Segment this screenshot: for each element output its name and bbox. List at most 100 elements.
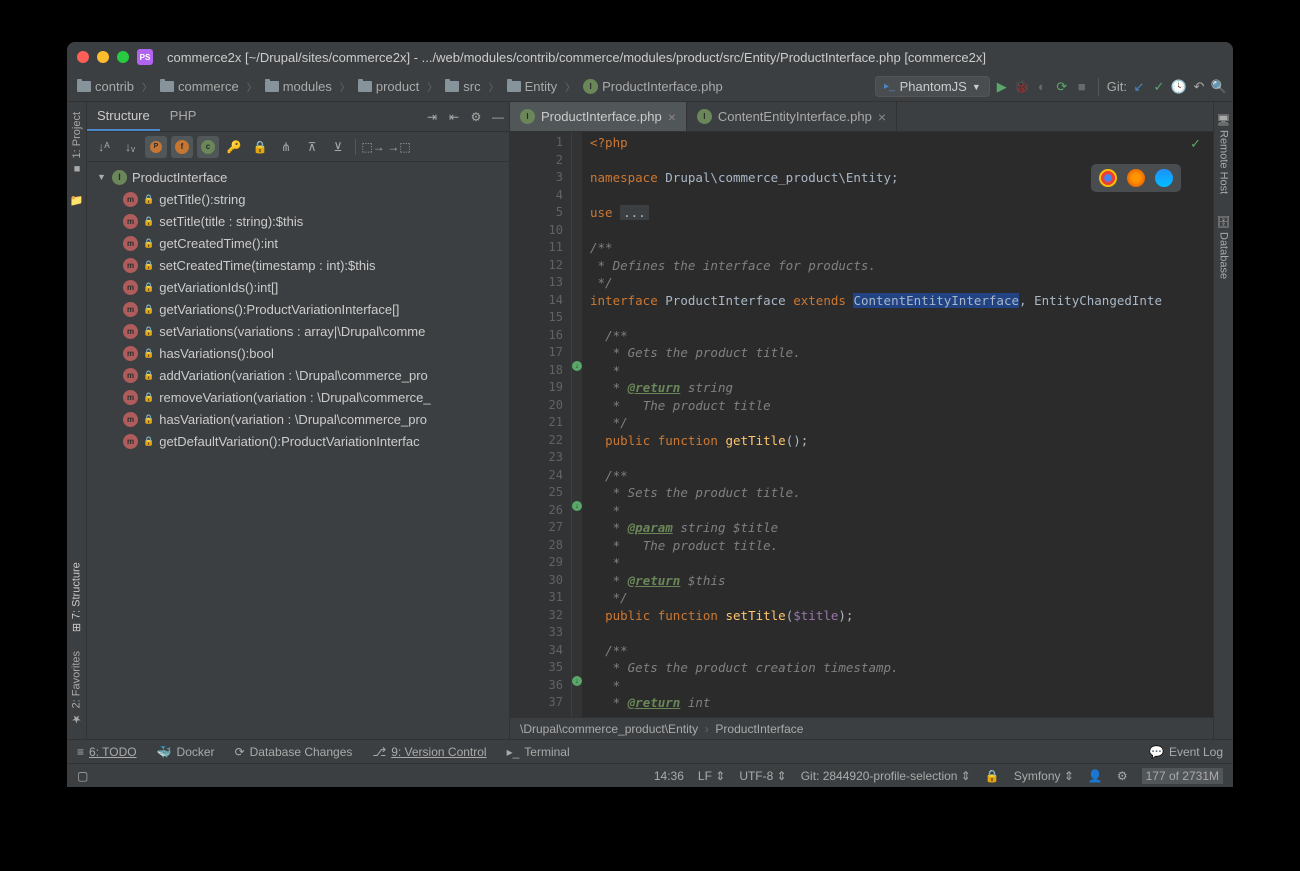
- caret-position[interactable]: 14:36: [654, 769, 684, 783]
- method-icon: m: [123, 434, 138, 449]
- breadcrumb-item[interactable]: product: [354, 77, 423, 96]
- terminal-button[interactable]: ▸_ Terminal: [507, 745, 570, 759]
- breadcrumb-file[interactable]: IProductInterface.php: [579, 77, 727, 96]
- remote-host-tool-button[interactable]: 🖥 Remote Host: [1215, 108, 1232, 198]
- stop-button[interactable]: ■: [1074, 79, 1090, 95]
- code-editor[interactable]: 1234510111213141516171819202122232425262…: [510, 132, 1213, 717]
- php-tab[interactable]: PHP: [160, 102, 207, 131]
- breadcrumb-item[interactable]: modules: [261, 77, 336, 96]
- show-inherited-icon[interactable]: 🔑: [223, 136, 245, 158]
- autoscroll-from-icon[interactable]: →⬚: [388, 136, 410, 158]
- tree-method[interactable]: m🔒setCreatedTime(timestamp : int):$this: [87, 254, 509, 276]
- show-includes-icon[interactable]: 🔒: [249, 136, 271, 158]
- settings-icon[interactable]: ⚙: [465, 106, 487, 128]
- hide-icon[interactable]: —: [487, 106, 509, 128]
- breadcrumb-item[interactable]: contrib: [73, 77, 138, 96]
- tree-method[interactable]: m🔒getDefaultVariation():ProductVariation…: [87, 430, 509, 452]
- expand-all-icon[interactable]: ⊼: [301, 136, 323, 158]
- encoding[interactable]: UTF-8 ⇕: [739, 769, 786, 783]
- search-everywhere-button[interactable]: 🔍: [1211, 79, 1227, 95]
- docker-button[interactable]: 🐳 Docker: [157, 745, 215, 759]
- history-button[interactable]: 🕓: [1171, 79, 1187, 95]
- structure-tool-button[interactable]: ⊞ 7: Structure: [68, 558, 85, 636]
- framework[interactable]: Symfony ⇕: [1014, 769, 1074, 783]
- sort-visibility-icon[interactable]: ↓ᵥ: [119, 136, 141, 158]
- safari-icon[interactable]: [1155, 169, 1173, 187]
- show-constants-icon[interactable]: c: [197, 136, 219, 158]
- chrome-icon[interactable]: [1099, 169, 1117, 187]
- rollback-button[interactable]: ↶: [1191, 79, 1207, 95]
- line-number-gutter[interactable]: 1234510111213141516171819202122232425262…: [510, 132, 572, 717]
- coverage-button[interactable]: ◐: [1034, 79, 1050, 95]
- firefox-icon[interactable]: [1127, 169, 1145, 187]
- toggle-panels-icon[interactable]: ▢: [77, 769, 88, 783]
- line-ending[interactable]: LF ⇕: [698, 769, 725, 783]
- maximize-window[interactable]: [117, 51, 129, 63]
- tree-method[interactable]: m🔒setVariations(variations : array|\Drup…: [87, 320, 509, 342]
- commit-button[interactable]: ✓: [1151, 79, 1167, 95]
- close-tab-icon[interactable]: ×: [878, 109, 886, 125]
- editor-breadcrumb[interactable]: \Drupal\commerce_product\Entity › Produc…: [510, 717, 1213, 739]
- git-label: Git:: [1107, 79, 1127, 94]
- close-tab-icon[interactable]: ×: [668, 109, 676, 125]
- update-project-button[interactable]: ↙: [1131, 79, 1147, 95]
- show-fields-icon[interactable]: f: [171, 136, 193, 158]
- method-icon: m: [123, 236, 138, 251]
- tree-method[interactable]: m🔒hasVariation(variation : \Drupal\comme…: [87, 408, 509, 430]
- collapse-all-icon[interactable]: ⊻: [327, 136, 349, 158]
- tree-method[interactable]: m🔒hasVariations():bool: [87, 342, 509, 364]
- tree-root[interactable]: ▼ I ProductInterface: [87, 166, 509, 188]
- inspection-icon[interactable]: 👤: [1088, 769, 1103, 783]
- tree-method[interactable]: m🔒getCreatedTime():int: [87, 232, 509, 254]
- editor-tab[interactable]: I ProductInterface.php ×: [510, 102, 687, 131]
- project-tool-button[interactable]: ■ 1: Project: [69, 108, 85, 178]
- folder-icon[interactable]: 📁: [68, 190, 86, 211]
- favorites-tool-button[interactable]: ★ 2: Favorites: [68, 647, 85, 729]
- minimize-window[interactable]: [97, 51, 109, 63]
- lock-icon: 🔒: [143, 414, 154, 425]
- run-button[interactable]: ▶: [994, 79, 1010, 95]
- expand-toggle-icon[interactable]: ▼: [97, 172, 107, 182]
- lock-icon: 🔒: [143, 282, 154, 293]
- override-marker-icon[interactable]: ↓: [572, 676, 582, 686]
- tree-method[interactable]: m🔒setTitle(title : string):$this: [87, 210, 509, 232]
- php-interface-icon: I: [520, 109, 535, 124]
- debug-button[interactable]: 🐞: [1014, 79, 1030, 95]
- tree-method[interactable]: m🔒addVariation(variation : \Drupal\comme…: [87, 364, 509, 386]
- collapse-icon[interactable]: ⇤: [443, 106, 465, 128]
- analysis-ok-icon[interactable]: ✓: [1190, 136, 1201, 152]
- database-tool-button[interactable]: 🗄 Database: [1215, 210, 1232, 283]
- close-window[interactable]: [77, 51, 89, 63]
- todo-button[interactable]: ≡ 6: TODO: [77, 745, 137, 759]
- version-control-button[interactable]: ⎇ 9: Version Control: [372, 745, 486, 759]
- left-tool-rail: ■ 1: Project 📁 ⊞ 7: Structure ★ 2: Favor…: [67, 102, 87, 739]
- breadcrumb-item[interactable]: commerce: [156, 77, 243, 96]
- editor-tab[interactable]: I ContentEntityInterface.php ×: [687, 102, 897, 131]
- tree-method[interactable]: m🔒getVariationIds():int[]: [87, 276, 509, 298]
- structure-tab[interactable]: Structure: [87, 102, 160, 131]
- autoscroll-to-icon[interactable]: ⬚→: [362, 136, 384, 158]
- memory-indicator[interactable]: 177 of 2731M: [1142, 768, 1223, 784]
- tree-method[interactable]: m🔒removeVariation(variation : \Drupal\co…: [87, 386, 509, 408]
- show-properties-icon[interactable]: P: [145, 136, 167, 158]
- lock-icon[interactable]: 🔒: [985, 769, 1000, 783]
- structure-tree[interactable]: ▼ I ProductInterface m🔒getTitle():string…: [87, 162, 509, 739]
- tree-method[interactable]: m🔒getVariations():ProductVariationInterf…: [87, 298, 509, 320]
- database-changes-button[interactable]: ⟳ Database Changes: [235, 745, 353, 759]
- tree-method[interactable]: m🔒getTitle():string: [87, 188, 509, 210]
- git-branch[interactable]: Git: 2844920-profile-selection ⇕: [801, 769, 971, 783]
- breadcrumb-item[interactable]: Entity: [503, 77, 562, 96]
- override-marker-icon[interactable]: ↓: [572, 361, 582, 371]
- breadcrumb-item[interactable]: src: [441, 77, 484, 96]
- group-icon[interactable]: ⋔: [275, 136, 297, 158]
- settings-icon[interactable]: ⚙: [1117, 769, 1128, 783]
- expand-icon[interactable]: ⇥: [421, 106, 443, 128]
- override-marker-icon[interactable]: ↓: [572, 501, 582, 511]
- run-config-selector[interactable]: ▸_ PhantomJS ▼: [875, 76, 990, 97]
- sort-alpha-icon[interactable]: ↓ᴬ: [93, 136, 115, 158]
- lock-icon: 🔒: [143, 348, 154, 359]
- navigation-bar: contrib〉 commerce〉 modules〉 product〉 src…: [67, 72, 1233, 102]
- method-icon: m: [123, 258, 138, 273]
- event-log-button[interactable]: 💬 Event Log: [1149, 745, 1223, 759]
- profile-button[interactable]: ⟳: [1054, 79, 1070, 95]
